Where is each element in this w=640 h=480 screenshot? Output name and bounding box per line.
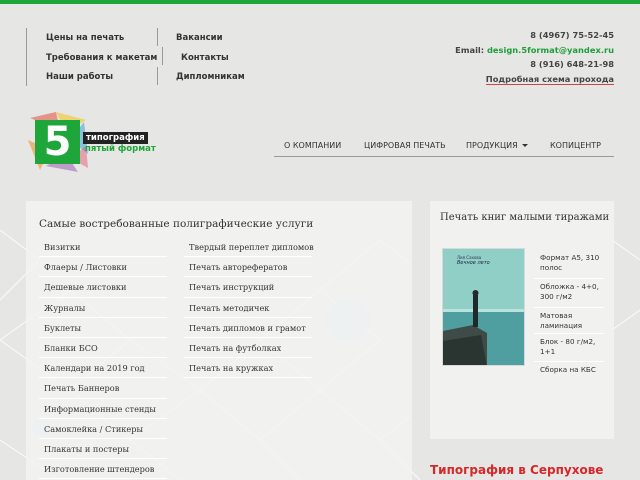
logo-text-fifth-format: пятый формат — [85, 144, 156, 154]
email-link[interactable]: design.5format@yandex.ru — [487, 45, 614, 55]
service-link[interactable]: Визитки — [39, 237, 167, 258]
directions-link[interactable]: Подробная схема прохода — [485, 73, 614, 85]
service-link[interactable]: Печать методичек — [184, 298, 312, 318]
service-link[interactable]: Печать авторефератов — [184, 257, 312, 278]
book-cover-illustration — [443, 249, 524, 365]
top-navigation: Цены на печать Требования к макетам Наши… — [26, 22, 286, 92]
service-link[interactable]: Изготовление штендеров — [39, 459, 167, 480]
nav-link-our-works[interactable]: Наши работы — [46, 68, 157, 88]
nav-link-graduates[interactable]: Дипломникам — [176, 68, 245, 88]
service-link[interactable]: Печать на футболках — [184, 338, 312, 359]
service-link[interactable]: Дешевые листовки — [39, 277, 167, 298]
section-heading-serpukhov: Типография в Серпухове — [430, 463, 604, 477]
nav-link-prices[interactable]: Цены на печать — [46, 29, 157, 49]
service-link[interactable]: Печать на кружках — [184, 358, 312, 379]
menu-products[interactable]: ПРОДУКЦИЯ — [466, 141, 528, 150]
menu-digital-print[interactable]: ЦИФРОВАЯ ПЕЧАТЬ — [364, 141, 446, 150]
services-list-left: Визитки Флаеры / Листовки Дешевые листов… — [39, 237, 167, 480]
chevron-down-icon — [521, 144, 528, 147]
phone-primary: 8 (4967) 75-52-45 — [530, 30, 614, 40]
nav-link-contacts[interactable]: Контакты — [176, 49, 245, 69]
services-title: Самые востребованные полиграфические усл… — [39, 218, 314, 230]
nav-divider — [162, 47, 163, 65]
main-navigation: О КОМПАНИИ ЦИФРОВАЯ ПЕЧАТЬ ПРОДУКЦИЯ КОП… — [274, 136, 614, 157]
service-link[interactable]: Самоклейка / Стикеры — [39, 419, 167, 439]
service-link[interactable]: Печать инструкций — [184, 277, 312, 298]
logo-text-typography: типография — [83, 132, 148, 144]
service-link[interactable]: Печать Баннеров — [39, 378, 167, 399]
service-link[interactable]: Буклеты — [39, 318, 167, 338]
service-link[interactable]: Календари на 2019 год — [39, 358, 167, 379]
site-logo[interactable]: 5 типография пятый формат — [26, 110, 156, 176]
book-cover-title: Вечное лето — [457, 260, 490, 266]
book-cover-image[interactable]: Лия Сахова Вечное лето — [442, 248, 525, 366]
nav-divider — [26, 28, 27, 86]
contact-block: 8 (4967) 75-52-45 Email: design.5format@… — [455, 28, 614, 86]
phone-secondary: 8 (916) 648-21-98 — [530, 59, 614, 69]
nav-link-vacancies[interactable]: Вакансии — [176, 29, 245, 49]
service-link[interactable]: Информационные стенды — [39, 399, 167, 419]
email-label: Email: — [455, 44, 485, 55]
service-link[interactable]: Бланки БСО — [39, 338, 167, 359]
service-link[interactable]: Журналы — [39, 298, 167, 318]
nav-link-layout-requirements[interactable]: Требования к макетам — [46, 49, 157, 69]
menu-copy-center[interactable]: КОПИЦЕНТР — [550, 141, 601, 150]
service-link[interactable]: Плакаты и постеры — [39, 439, 167, 460]
service-link[interactable]: Твердый переплет дипломов — [184, 237, 314, 258]
book-printing-panel: Печать книг малыми тиражами Лия Сахова В… — [430, 201, 614, 439]
services-list-right: Твердый переплет дипломов Печать автореф… — [184, 237, 314, 379]
spec-format: Формат А5, 310 полос — [534, 250, 604, 279]
book-panel-title: Печать книг малыми тиражами — [440, 212, 610, 223]
service-link[interactable]: Печать дипломов и грамот — [184, 318, 312, 338]
menu-products-label: ПРОДУКЦИЯ — [466, 141, 518, 150]
logo-number: 5 — [43, 119, 72, 165]
spec-cover: Обложка - 4+0, 300 г/м2 — [534, 279, 604, 308]
menu-about[interactable]: О КОМПАНИИ — [284, 141, 341, 150]
popular-services-panel: Самые востребованные полиграфические усл… — [26, 201, 412, 480]
spec-lamination: Матовая ламинация — [534, 308, 604, 334]
spec-binding: Сборка на КБС — [540, 365, 596, 374]
service-link[interactable]: Флаеры / Листовки — [39, 257, 167, 278]
spec-block: Блок - 80 г/м2, 1+1 — [534, 334, 604, 362]
book-spec-list: Формат А5, 310 полос Обложка - 4+0, 300 … — [534, 250, 604, 380]
email-line: Email: design.5format@yandex.ru — [455, 43, 614, 58]
